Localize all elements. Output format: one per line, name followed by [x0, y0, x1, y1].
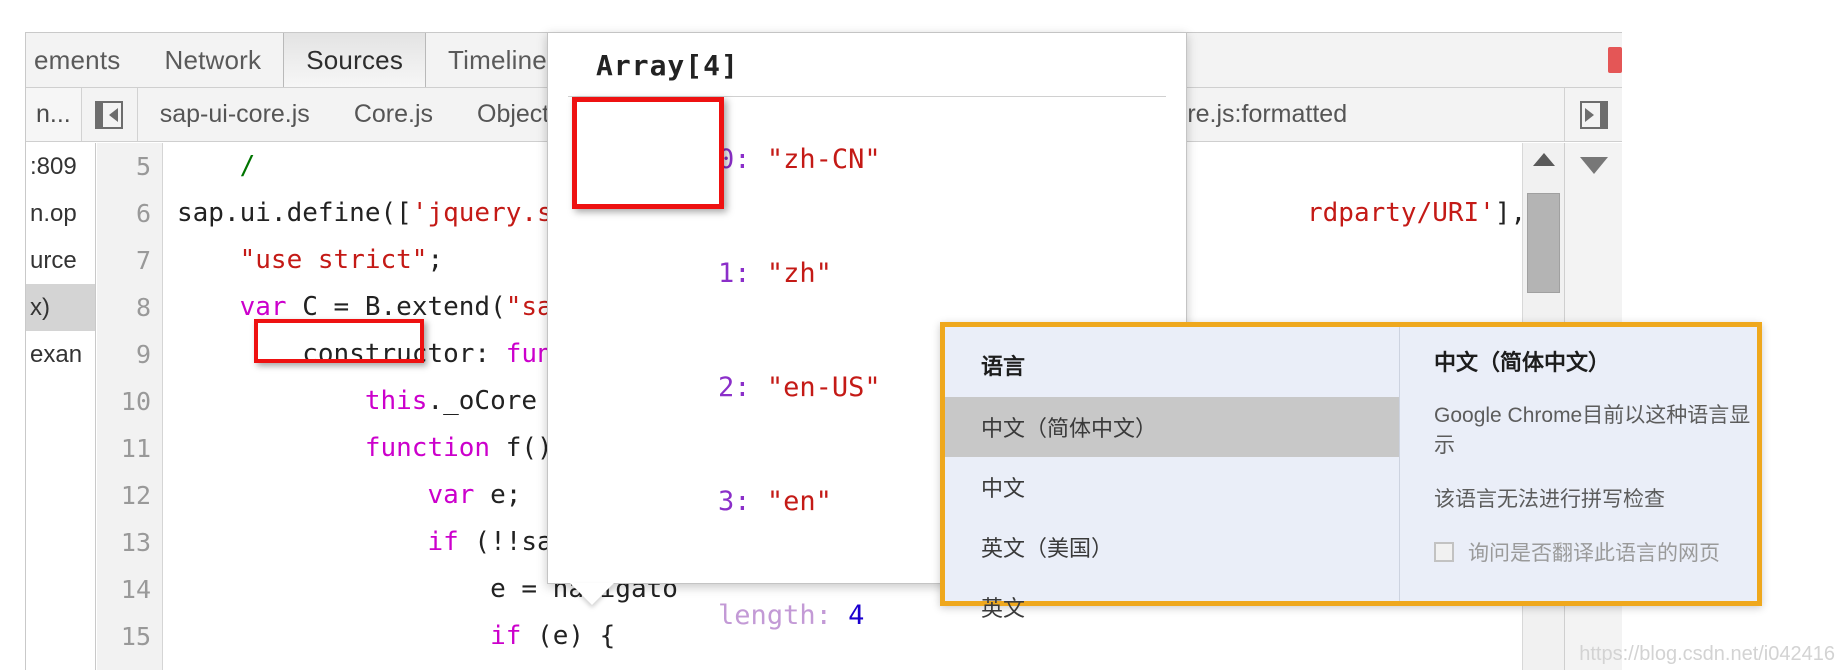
panel-tab-label: Network	[164, 44, 262, 75]
navigator-item-label: :809	[30, 152, 77, 180]
offer-translate-label: 询问是否翻译此语言的网页	[1468, 542, 1720, 565]
navigator-item[interactable]: n.op	[26, 190, 95, 237]
navigator-item-label: x)	[30, 293, 50, 321]
line-number[interactable]: 12	[97, 472, 163, 519]
array-index: 2:	[718, 372, 751, 403]
language-item-zh[interactable]: 中文	[945, 457, 1399, 517]
offer-translate-checkbox-row[interactable]: 询问是否翻译此语言的网页	[1434, 537, 1757, 567]
navigator-crumb-label: n...	[36, 100, 71, 128]
popover-entry-0: 0: "zh-CN"	[588, 103, 1186, 217]
panel-tab-label: Timeline	[448, 44, 547, 75]
navigator-item-label: exan	[30, 340, 83, 368]
scroll-up-arrow-icon[interactable]	[1532, 153, 1555, 166]
line-number[interactable]: 16	[97, 660, 163, 670]
length-value: 4	[848, 600, 865, 631]
navigator-item-label: n.op	[30, 199, 77, 227]
navigator-item[interactable]: :809	[26, 143, 95, 190]
popover-entry-1: 1: "zh"	[588, 217, 1186, 331]
line-number[interactable]: 14	[97, 566, 163, 613]
panel-tab-network[interactable]: Network	[142, 33, 283, 87]
navigator-sidebar: :809 n.op urce x) exan	[26, 143, 96, 670]
array-value: "en-US"	[766, 372, 881, 403]
language-list-pane: 语言 中文（简体中文） 中文 英文（美国） 英文	[945, 327, 1400, 621]
file-tab-label: sap-ui-core.js	[159, 100, 310, 128]
screenshot-root: ements Network Sources Timeline Profil n…	[0, 0, 1841, 670]
language-detail-pane: 中文（简体中文） Google Chrome目前以这种语言显示 该语言无法进行拼…	[1400, 327, 1757, 601]
code-line-text: /	[239, 151, 256, 181]
array-value: "zh-CN"	[766, 144, 881, 175]
array-value: "en"	[766, 486, 832, 517]
array-index: 1:	[718, 258, 751, 289]
line-number[interactable]: 10	[97, 378, 163, 425]
navigator-crumb[interactable]: n...	[26, 88, 82, 141]
chrome-language-dialog: 语言 中文（简体中文） 中文 英文（美国） 英文 中文（简体中文） Google…	[940, 322, 1762, 621]
file-tab-core[interactable]: Core.js	[332, 88, 455, 141]
language-detail-note-spellcheck: 该语言无法进行拼写检查	[1434, 488, 1665, 511]
array-index: 3:	[718, 486, 751, 517]
collapse-sidebar-button[interactable]	[82, 88, 138, 141]
language-item-en[interactable]: 英文	[945, 577, 1399, 637]
language-item-zh-cn[interactable]: 中文（简体中文）	[945, 397, 1399, 457]
language-detail-title: 中文（简体中文）	[1434, 350, 1611, 375]
array-value: "zh"	[766, 258, 832, 289]
watermark-text: https://blog.csdn.net/i042416	[1579, 643, 1835, 665]
panel-tab-label: ements	[34, 44, 121, 75]
line-number[interactable]: 6	[97, 190, 163, 237]
popover-pointer-tail	[570, 583, 614, 605]
expand-panel-icon	[1579, 100, 1608, 129]
file-tabbar-actions	[1564, 88, 1622, 141]
code-line-text: "use strict";	[239, 245, 444, 275]
checkbox-icon[interactable]	[1434, 542, 1454, 562]
scrollbar-thumb[interactable]	[1527, 193, 1560, 293]
language-detail-note-display: Google Chrome目前以这种语言显示	[1434, 404, 1751, 457]
length-key: length:	[718, 600, 832, 631]
panel-tab-elements[interactable]: ements	[26, 33, 142, 87]
array-index: 0:	[718, 144, 751, 175]
line-number[interactable]: 15	[97, 613, 163, 660]
navigator-item[interactable]: exan	[26, 331, 95, 378]
language-item-en-us[interactable]: 英文（美国）	[945, 517, 1399, 577]
line-number[interactable]: 13	[97, 519, 163, 566]
line-number[interactable]: 7	[97, 237, 163, 284]
line-number[interactable]: 9	[97, 331, 163, 378]
panel-tab-label: Sources	[306, 44, 404, 75]
navigator-item-selected[interactable]: x)	[26, 284, 95, 331]
chevron-down-icon[interactable]	[1579, 157, 1608, 174]
code-line-text: function f() {	[364, 433, 584, 463]
popover-title: Array[4]	[596, 49, 739, 82]
error-indicator-icon	[1608, 47, 1622, 73]
language-list-header: 语言	[981, 354, 1026, 379]
file-tab-sap-ui-core[interactable]: sap-ui-core.js	[138, 88, 332, 141]
navigator-item-label: urce	[30, 246, 77, 274]
line-number[interactable]: 5	[97, 143, 163, 190]
panel-tab-sources[interactable]: Sources	[283, 33, 427, 87]
file-tab-label: Core.js	[353, 100, 433, 128]
navigator-item[interactable]: urce	[26, 237, 95, 284]
line-number[interactable]: 8	[97, 284, 163, 331]
collapse-sidebar-icon	[95, 100, 124, 129]
line-number[interactable]: 11	[97, 425, 163, 472]
expand-panel-button[interactable]	[1564, 88, 1622, 141]
